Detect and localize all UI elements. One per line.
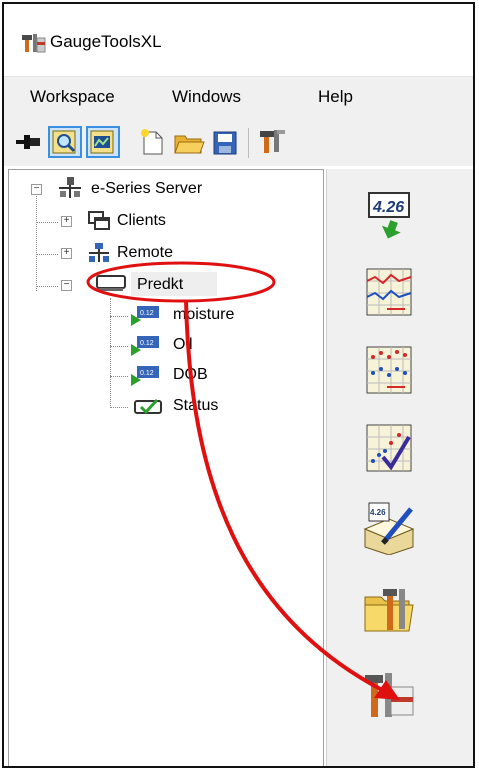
xy-plot-check-icon[interactable]	[361, 421, 417, 477]
trend-chart-icon[interactable]	[361, 265, 417, 321]
svg-text:4.26: 4.26	[372, 199, 404, 216]
tools-config-icon[interactable]	[361, 669, 417, 725]
svg-text:0.12: 0.12	[140, 370, 154, 377]
pin-icon[interactable]	[14, 126, 42, 158]
gauge-window-icon	[90, 130, 114, 154]
scatter-chart-icon[interactable]	[361, 343, 417, 399]
svg-text:4.26: 4.26	[370, 508, 386, 517]
explorer-view-button[interactable]	[48, 126, 82, 158]
logbook-edit-icon[interactable]: 4.26	[361, 499, 417, 555]
toolbar	[4, 116, 473, 166]
gauge-view-button[interactable]	[86, 126, 120, 158]
oil-sensor-icon: 0.12	[131, 336, 159, 356]
expand-remote[interactable]: +	[61, 248, 72, 259]
workspace-tree[interactable]: − e-Series Server + Clients + Remote − P…	[8, 169, 324, 766]
app-window: GaugeToolsXL Workspace Windows Help − e-…	[2, 2, 475, 768]
moisture-sensor-icon: 0.12	[131, 306, 159, 326]
status-icon	[134, 398, 162, 415]
menu-workspace[interactable]: Workspace	[30, 87, 115, 107]
menu-help[interactable]: Help	[318, 87, 353, 107]
open-folder-icon[interactable]	[172, 126, 206, 158]
server-network-icon	[59, 177, 81, 198]
title-bar: GaugeToolsXL	[4, 4, 473, 76]
digital-gauge-icon[interactable]: 4.26	[361, 187, 417, 243]
collapse-predkt[interactable]: −	[61, 280, 72, 291]
dob-sensor-icon: 0.12	[131, 366, 159, 386]
menu-bar: Workspace Windows Help	[4, 76, 473, 117]
svg-text:0.12: 0.12	[140, 310, 154, 317]
collapse-root[interactable]: −	[31, 184, 42, 195]
expand-clients[interactable]: +	[61, 216, 72, 227]
toolbar-separator	[248, 128, 249, 158]
tools-icon[interactable]	[256, 126, 290, 158]
menu-windows[interactable]: Windows	[172, 87, 241, 107]
magnifier-icon	[52, 130, 76, 154]
vertical-toolbar: 4.26 4.26	[326, 169, 473, 766]
save-icon[interactable]	[208, 126, 242, 158]
clients-windows-icon	[88, 211, 110, 230]
new-file-icon[interactable]	[136, 126, 170, 158]
app-tools-icon	[22, 34, 46, 53]
svg-text:0.12: 0.12	[140, 340, 154, 347]
tools-folder-icon[interactable]	[361, 581, 417, 637]
remote-network-icon	[89, 243, 109, 262]
device-icon	[96, 275, 126, 291]
window-title: GaugeToolsXL	[50, 32, 162, 51]
